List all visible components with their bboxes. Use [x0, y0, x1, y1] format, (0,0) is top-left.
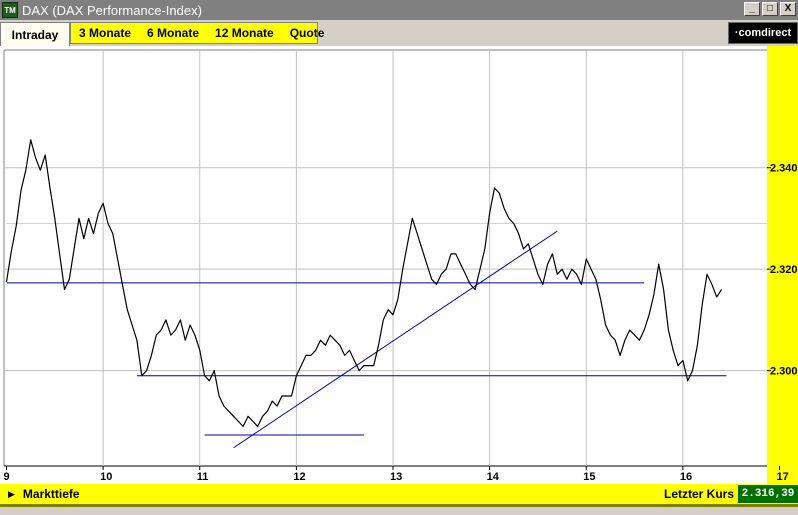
period-tabs: 3 Monate 6 Monate 12 Monate Quote [70, 22, 324, 44]
tab-6-monate[interactable]: 6 Monate [139, 26, 207, 40]
x-tick-label: 14 [487, 471, 500, 483]
app-icon: TM [2, 2, 18, 18]
bottom-strip [0, 504, 798, 515]
tab-12-monate[interactable]: 12 Monate [207, 26, 282, 40]
comdirect-logo[interactable]: ·comdirect [728, 22, 798, 44]
footer-bar: ▶ Markttiefe Letzter Kurs 2.316,39 [0, 484, 798, 504]
x-tick-label: 12 [293, 471, 305, 483]
tab-intraday[interactable]: Intraday [0, 22, 70, 46]
markttiefe-link[interactable]: Markttiefe [23, 487, 80, 501]
x-tick-label: 11 [197, 471, 209, 483]
y-tick-label: 2.320 [770, 264, 798, 276]
tab-bar: Intraday 3 Monate 6 Monate 12 Monate Quo… [0, 20, 798, 46]
chart-area: 9 10 11 12 13 14 15 16 17 2.340 2.320 2.300 [0, 46, 798, 484]
tab-3-monate[interactable]: 3 Monate [71, 26, 139, 40]
title-bar[interactable]: TM DAX (DAX Performance-Index) _ □ X [0, 0, 798, 20]
letzter-kurs-value: 2.316,39 [738, 485, 798, 503]
x-tick-label: 9 [4, 471, 10, 483]
chart-background [0, 46, 798, 484]
price-chart: 9 10 11 12 13 14 15 16 17 2.340 2.320 2.300 [0, 46, 798, 484]
x-tick-label: 17 [777, 471, 789, 483]
letzter-kurs-label: Letzter Kurs [663, 487, 734, 501]
window-controls: _ □ X [744, 2, 796, 16]
x-tick-label: 13 [390, 471, 402, 483]
window-title: DAX (DAX Performance-Index) [22, 2, 202, 18]
x-tick-label: 10 [100, 471, 112, 483]
restore-button[interactable]: □ [762, 2, 778, 16]
minimize-button[interactable]: _ [744, 2, 760, 16]
expand-arrow-icon[interactable]: ▶ [8, 489, 15, 500]
x-tick-label: 15 [583, 471, 595, 483]
y-tick-label: 2.340 [770, 163, 798, 175]
x-tick-label: 16 [680, 471, 692, 483]
app-window: TM DAX (DAX Performance-Index) _ □ X Int… [0, 0, 798, 515]
y-tick-label: 2.300 [770, 366, 798, 378]
close-button[interactable]: X [780, 2, 796, 16]
tab-quote[interactable]: Quote [282, 26, 333, 40]
